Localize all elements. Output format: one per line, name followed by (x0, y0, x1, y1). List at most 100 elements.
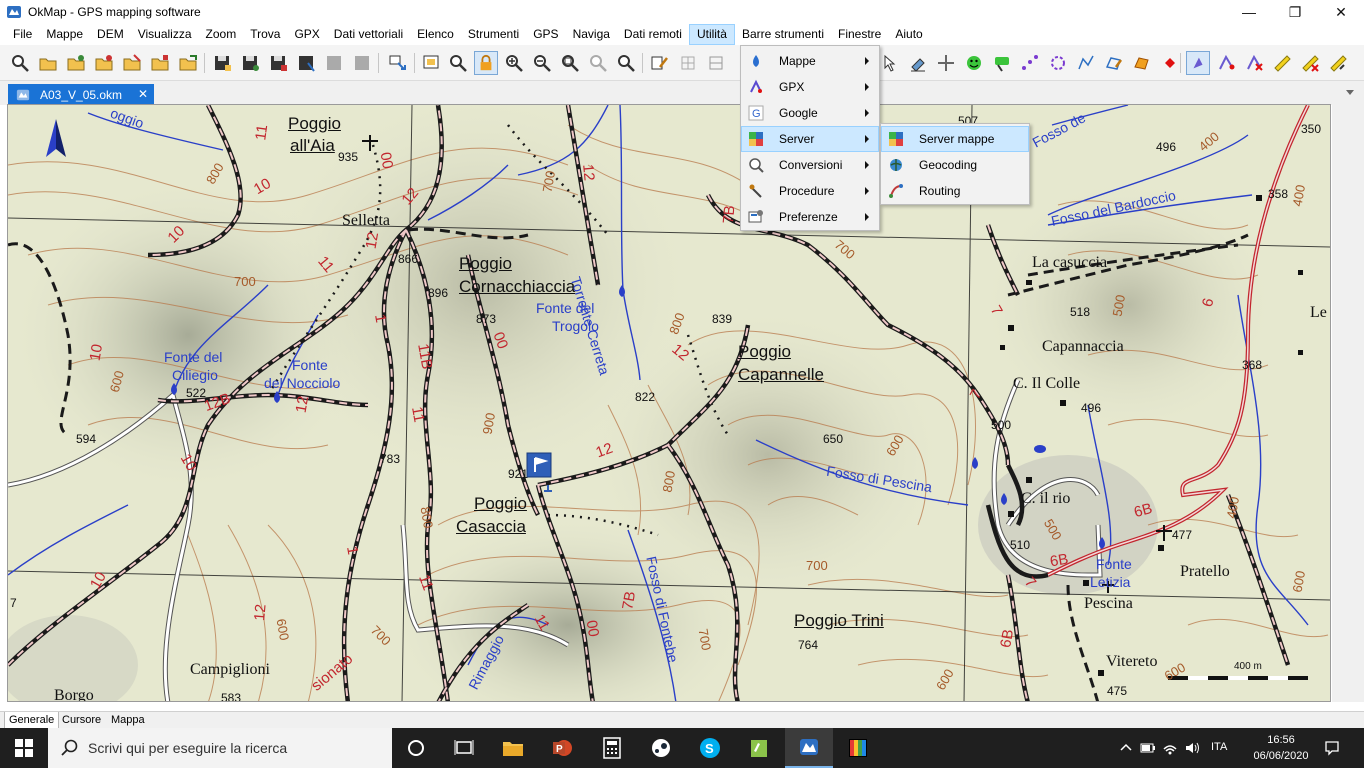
restore-button[interactable]: ❐ (1272, 0, 1318, 24)
menu-visualizza[interactable]: Visualizza (131, 24, 199, 45)
gpx-arrow-icon (750, 79, 762, 93)
smiley-icon[interactable] (962, 51, 986, 75)
wifi-icon[interactable] (1162, 740, 1178, 756)
menu-item-server[interactable]: Server (741, 126, 879, 152)
battery-icon[interactable] (1140, 740, 1156, 756)
node-edit-icon[interactable] (1214, 51, 1238, 75)
task-view-button[interactable] (440, 728, 488, 768)
ruler-2-icon[interactable] (1326, 51, 1350, 75)
zoom-out-icon[interactable] (530, 51, 554, 75)
save-disabled-icon[interactable] (322, 51, 346, 75)
layers-icon[interactable] (386, 51, 410, 75)
menu-mappe[interactable]: Mappe (39, 24, 90, 45)
polyline-icon[interactable] (1074, 51, 1098, 75)
lock-icon[interactable] (474, 51, 498, 75)
open-folder-2-icon[interactable] (64, 51, 88, 75)
zoom-area-icon[interactable] (558, 51, 582, 75)
menu-item-google[interactable]: G Google (741, 100, 879, 126)
menu-item-procedure[interactable]: Procedure (741, 178, 879, 204)
menu-file[interactable]: File (6, 24, 39, 45)
menu-item-conversioni[interactable]: Conversioni (741, 152, 879, 178)
input-language-indicator[interactable]: ITA (1211, 741, 1227, 753)
tab-list-chevron-icon[interactable] (1346, 90, 1354, 95)
file-explorer-app[interactable] (489, 728, 537, 768)
save-icon[interactable] (210, 51, 234, 75)
show-hidden-icons-chevron-icon[interactable] (1118, 740, 1134, 756)
cortana-button[interactable] (392, 728, 440, 768)
crosshair-icon[interactable] (934, 51, 958, 75)
taskbar-clock[interactable]: 16:56 06/06/2020 (1246, 732, 1316, 764)
skype-app[interactable]: S (686, 728, 734, 768)
menu-elenco[interactable]: Elenco (410, 24, 461, 45)
menu-item-routing[interactable]: Routing (881, 178, 1029, 204)
open-folder-6-icon[interactable] (176, 51, 200, 75)
grid-2-icon[interactable] (704, 51, 728, 75)
notification-icon[interactable] (1324, 740, 1340, 756)
zoom-icon[interactable] (446, 51, 470, 75)
color-app[interactable] (834, 728, 882, 768)
document-tab[interactable]: A03_V_05.okm ✕ (8, 84, 154, 105)
menu-item-preferenze[interactable]: Preferenze (741, 204, 879, 230)
ruler-delete-icon[interactable] (1298, 51, 1322, 75)
okmap-taskbar-app[interactable] (785, 728, 833, 768)
trail-number: 00 (376, 150, 397, 171)
find-map-icon[interactable] (8, 51, 32, 75)
menu-aiuto[interactable]: Aiuto (888, 24, 929, 45)
zoom-1-1-icon[interactable] (614, 51, 638, 75)
pointer-icon[interactable] (878, 51, 902, 75)
menu-naviga[interactable]: Naviga (566, 24, 617, 45)
menu-trova[interactable]: Trova (243, 24, 287, 45)
minimize-button[interactable]: — (1226, 0, 1272, 24)
taskbar-search-box[interactable]: Scrivi qui per eseguire la ricerca (48, 728, 392, 768)
steam-app[interactable] (637, 728, 685, 768)
zoom-in-icon[interactable] (502, 51, 526, 75)
save-4-icon[interactable] (294, 51, 318, 75)
ruler-icon[interactable] (1270, 51, 1294, 75)
menu-item-server-mappe[interactable]: Server mappe (881, 126, 1029, 152)
menu-gps[interactable]: GPS (526, 24, 565, 45)
calculator-app[interactable] (588, 728, 636, 768)
menu-barre-strumenti[interactable]: Barre strumenti (735, 24, 831, 45)
menu-zoom[interactable]: Zoom (199, 24, 244, 45)
open-folder-4-icon[interactable] (120, 51, 144, 75)
open-folder-5-icon[interactable] (148, 51, 172, 75)
elevation-label: 839 (712, 312, 733, 326)
menu-strumenti[interactable]: Strumenti (461, 24, 526, 45)
volume-icon[interactable] (1184, 740, 1200, 756)
menu-item-geocoding[interactable]: Geocoding (881, 152, 1029, 178)
menu-item-gpx[interactable]: GPX (741, 74, 879, 100)
save-disabled-2-icon[interactable] (350, 51, 374, 75)
notepad-app[interactable] (735, 728, 783, 768)
red-diamond-icon[interactable] (1158, 51, 1182, 75)
route-dots-icon[interactable] (1018, 51, 1042, 75)
draw-mode-icon[interactable] (1186, 51, 1210, 75)
close-button[interactable]: ✕ (1318, 0, 1364, 24)
start-button[interactable] (0, 728, 48, 768)
menu-finestre[interactable]: Finestre (831, 24, 888, 45)
polygon-edit-icon[interactable] (1102, 51, 1126, 75)
menu-dem[interactable]: DEM (90, 24, 131, 45)
menu-dati-vettoriali[interactable]: Dati vettoriali (327, 24, 410, 45)
open-folder-3-icon[interactable] (92, 51, 116, 75)
fit-window-icon[interactable] (420, 51, 444, 75)
color-palette-icon (849, 739, 867, 757)
map-view[interactable]: Poggio all'Aia Selletta Poggio Cornacchi… (7, 104, 1331, 702)
open-folder-icon[interactable] (36, 51, 60, 75)
eraser-icon[interactable] (906, 51, 930, 75)
edit-icon[interactable] (648, 51, 672, 75)
grid-disabled-icon[interactable] (676, 51, 700, 75)
waypoint-green-icon[interactable] (990, 51, 1014, 75)
close-tab-icon[interactable]: ✕ (138, 87, 148, 101)
menu-gpx[interactable]: GPX (287, 24, 326, 45)
save-3-icon[interactable] (266, 51, 290, 75)
powerpoint-app[interactable]: P (538, 728, 586, 768)
polygon-orange-icon[interactable] (1130, 51, 1154, 75)
track-circle-icon[interactable] (1046, 51, 1070, 75)
trail-number: 11 (252, 123, 272, 142)
zoom-disabled-icon[interactable] (586, 51, 610, 75)
menu-item-mappe[interactable]: Mappe (741, 48, 879, 74)
menu-utilita[interactable]: Utilità (688, 24, 735, 45)
node-delete-icon[interactable] (1242, 51, 1266, 75)
save-2-icon[interactable] (238, 51, 262, 75)
menu-dati-remoti[interactable]: Dati remoti (617, 24, 689, 45)
